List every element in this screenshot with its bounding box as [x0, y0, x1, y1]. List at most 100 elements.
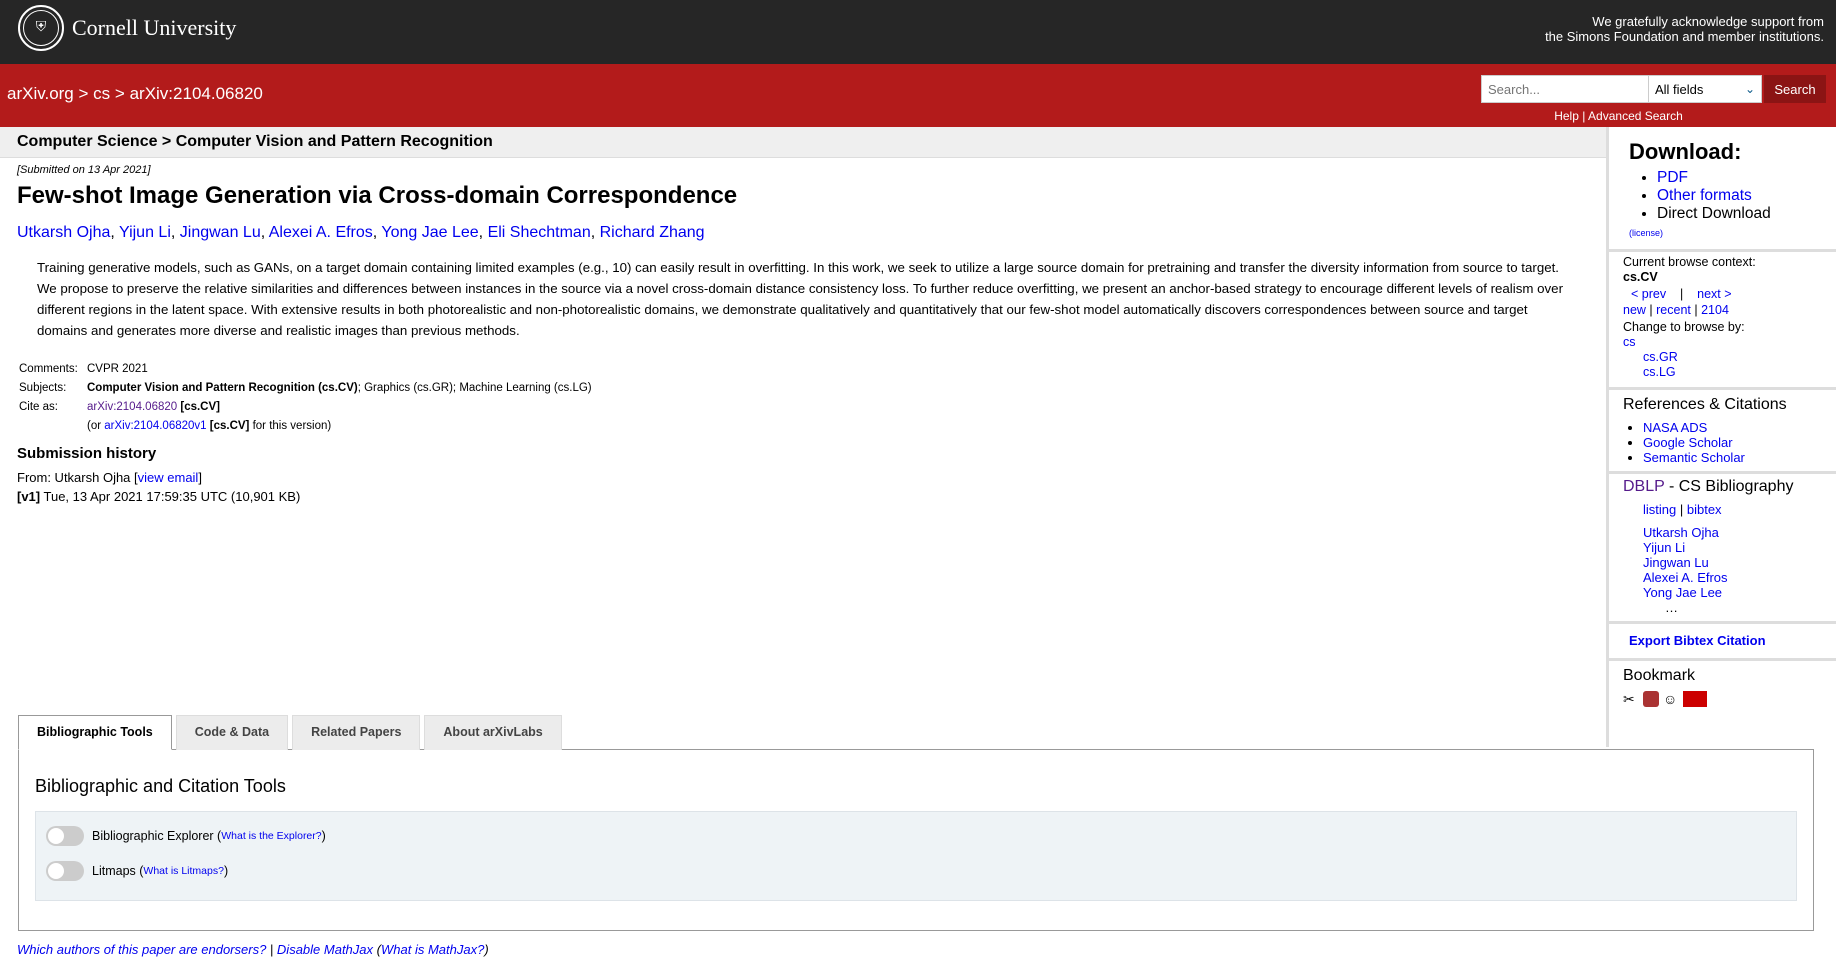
- recent-link[interactable]: recent: [1656, 303, 1691, 317]
- cite-version-post: for this version): [249, 420, 332, 432]
- chevron-down-icon: ⌄: [1744, 82, 1755, 96]
- subjects-value: Computer Vision and Pattern Recognition …: [85, 380, 594, 399]
- license-link[interactable]: (license): [1629, 228, 1663, 238]
- cornell-seal-icon: ⛨: [18, 5, 64, 51]
- version-link[interactable]: [v1]: [17, 489, 40, 504]
- labs-tabs: Bibliographic Tools Code & Data Related …: [18, 715, 1814, 750]
- author-link[interactable]: Richard Zhang: [600, 224, 705, 241]
- breadcrumb-category[interactable]: cs: [93, 84, 110, 103]
- breadcrumb-sep: >: [78, 84, 89, 103]
- explorer-close: ): [321, 829, 326, 843]
- direct-download-toggle[interactable]: Direct Download: [1657, 205, 1822, 223]
- browse-cs-link[interactable]: cs: [1623, 335, 1636, 349]
- help-link[interactable]: Help: [1554, 109, 1579, 123]
- what-is-mathjax-link[interactable]: What is MathJax?: [381, 942, 484, 957]
- author-link[interactable]: Yong Jae Lee: [381, 224, 478, 241]
- search-button[interactable]: Search: [1764, 75, 1826, 103]
- dblp-more[interactable]: …: [1643, 600, 1822, 615]
- paper-title: Few-shot Image Generation via Cross-doma…: [17, 182, 738, 209]
- cite-version-pre: (or: [87, 420, 105, 432]
- explorer-toggle-row: Bibliographic Explorer (What is the Expl…: [46, 826, 1786, 846]
- breadcrumb-paper-id: arXiv:2104.06820: [129, 84, 263, 103]
- submitter-close: ]: [198, 470, 202, 485]
- other-subjects: ; Graphics (cs.GR); Machine Learning (cs…: [357, 382, 592, 394]
- explorer-help-link[interactable]: What is the Explorer?: [221, 830, 321, 842]
- browse-lists: new | recent | 2104: [1623, 303, 1729, 317]
- cite-version-link[interactable]: arXiv:2104.06820v1: [104, 420, 206, 432]
- submitter: From: Utkarsh Ojha [view email]: [17, 470, 1589, 485]
- search-field-select[interactable]: All fields ⌄: [1649, 75, 1762, 103]
- search-field-value: All fields: [1655, 81, 1704, 97]
- dblp-author-link[interactable]: Utkarsh Ojha: [1643, 525, 1719, 540]
- explorer-toggle[interactable]: [46, 826, 84, 846]
- litmaps-help-link[interactable]: What is Litmaps?: [143, 865, 224, 877]
- dblp-author-link[interactable]: Alexei A. Efros: [1643, 570, 1728, 585]
- other-formats-link[interactable]: Other formats: [1657, 187, 1752, 204]
- browse-context-label: Current browse context:: [1623, 255, 1756, 269]
- export-bibtex-link[interactable]: Export Bibtex Citation: [1629, 633, 1766, 648]
- google-scholar-link[interactable]: Google Scholar: [1643, 435, 1733, 450]
- labs-panel-heading: Bibliographic and Citation Tools: [35, 776, 286, 796]
- prev-link[interactable]: < prev: [1631, 287, 1666, 301]
- dblp-listing-link[interactable]: listing: [1643, 502, 1676, 517]
- breadcrumb-home[interactable]: arXiv.org: [7, 84, 74, 103]
- advanced-search-link[interactable]: Advanced Search: [1588, 109, 1683, 123]
- breadcrumb: arXiv.org > cs > arXiv:2104.06820: [7, 84, 263, 104]
- bookmark-icons: ✂ ☺: [1623, 691, 1822, 707]
- bookmark-box: Bookmark ✂ ☺: [1609, 661, 1836, 713]
- author-link[interactable]: Alexei A. Efros: [269, 224, 373, 241]
- labs-toggle-box: Bibliographic Explorer (What is the Expl…: [35, 811, 1797, 901]
- reddit-icon[interactable]: ☺: [1663, 691, 1679, 707]
- semantic-scholar-link[interactable]: Semantic Scholar: [1643, 450, 1745, 465]
- cite-label: Cite as:: [19, 401, 58, 413]
- dblp-bibtex-link[interactable]: bibtex: [1687, 502, 1722, 517]
- litmaps-label: Litmaps (: [92, 864, 144, 878]
- cornell-logo[interactable]: ⛨ Cornell University: [18, 5, 236, 51]
- author-link[interactable]: Yijun Li: [119, 224, 171, 241]
- new-link[interactable]: new: [1623, 303, 1646, 317]
- author-link[interactable]: Jingwan Lu: [180, 224, 261, 241]
- next-link[interactable]: next >: [1697, 287, 1731, 301]
- search-input[interactable]: [1481, 75, 1649, 103]
- dblp-author-link[interactable]: Jingwan Lu: [1643, 555, 1709, 570]
- view-email-link[interactable]: view email: [138, 470, 199, 485]
- pdf-link[interactable]: PDF: [1657, 169, 1688, 186]
- browse-gr-link[interactable]: cs.GR: [1643, 350, 1678, 364]
- cornell-name: Cornell University: [72, 15, 237, 40]
- disable-mathjax-link[interactable]: Disable MathJax: [277, 942, 373, 957]
- sciencewise-icon[interactable]: [1683, 691, 1707, 707]
- cite-link[interactable]: arXiv:2104.06820: [87, 401, 177, 413]
- submission-history-heading: Submission history: [17, 445, 157, 462]
- dblp-author-link[interactable]: Yong Jae Lee: [1643, 585, 1722, 600]
- bibsonomy-icon[interactable]: ✂: [1623, 691, 1639, 707]
- version-text: Tue, 13 Apr 2021 17:59:35 UTC (10,901 KB…: [40, 489, 301, 504]
- nasa-ads-link[interactable]: NASA ADS: [1643, 420, 1707, 435]
- footer-links: Which authors of this paper are endorser…: [17, 942, 489, 957]
- download-box: Download: PDF Other formats Direct Downl…: [1609, 127, 1836, 252]
- endorsers-link[interactable]: Which authors of this paper are endorser…: [17, 942, 266, 957]
- dblp-link[interactable]: DBLP: [1623, 478, 1665, 495]
- tab-related-papers[interactable]: Related Papers: [292, 715, 421, 750]
- author-list: Utkarsh Ojha, Yijun Li, Jingwan Lu, Alex…: [17, 224, 705, 241]
- litmaps-close: ): [223, 864, 229, 878]
- mendeley-icon[interactable]: [1643, 691, 1659, 707]
- tab-about-arxivlabs[interactable]: About arXivLabs: [424, 715, 562, 750]
- browse-context-value: cs.CV: [1623, 270, 1658, 284]
- cite-category: [cs.CV]: [180, 401, 220, 413]
- support-line-2: the Simons Foundation and member institu…: [1545, 29, 1824, 44]
- abstract-page: Computer Science > Computer Vision and P…: [0, 127, 1606, 508]
- author-link[interactable]: Eli Shechtman: [488, 224, 591, 241]
- labs-panel: Bibliographic and Citation Tools Bibliog…: [18, 749, 1814, 931]
- dblp-author-link[interactable]: Yijun Li: [1643, 540, 1685, 555]
- export-box: Export Bibtex Citation: [1609, 624, 1836, 661]
- dblp-heading-text: - CS Bibliography: [1664, 478, 1794, 495]
- tab-code-data[interactable]: Code & Data: [175, 715, 289, 750]
- author-link[interactable]: Utkarsh Ojha: [17, 224, 110, 241]
- dblp-box: DBLP - CS Bibliography listing | bibtex …: [1609, 474, 1836, 624]
- abstract-text: Training generative models, such as GANs…: [37, 260, 1564, 338]
- references-box: References & Citations NASA ADS Google S…: [1609, 390, 1836, 474]
- month-link[interactable]: 2104: [1701, 303, 1729, 317]
- browse-lg-link[interactable]: cs.LG: [1643, 365, 1676, 379]
- litmaps-toggle[interactable]: [46, 861, 84, 881]
- tab-bibliographic-tools[interactable]: Bibliographic Tools: [18, 715, 172, 750]
